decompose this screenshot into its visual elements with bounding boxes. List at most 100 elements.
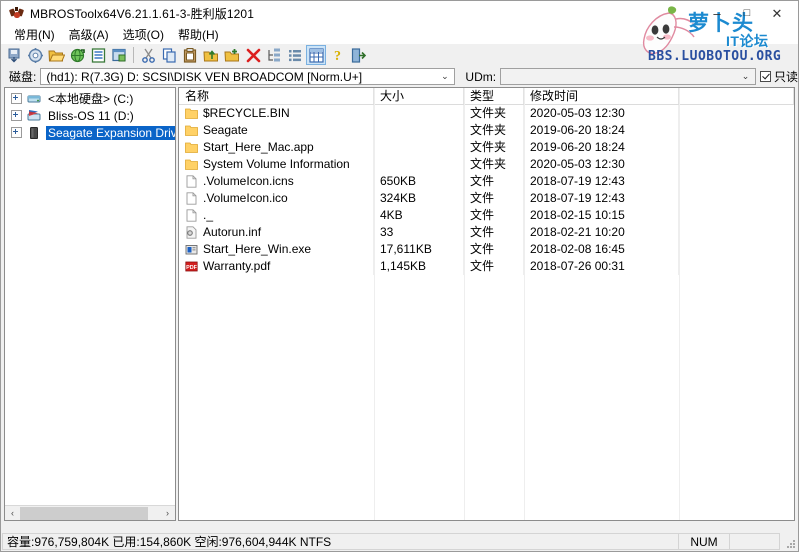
file-size-cell: 33 [374,224,464,241]
table-row[interactable]: ._ 4KB 文件 2018-02-15 10:15 [179,207,794,224]
checkbox-box[interactable] [759,71,771,82]
file-name-cell: Start_Here_Mac.app [179,139,374,156]
chevron-down-icon[interactable]: ⌄ [438,69,451,84]
pdf-icon: PDF [185,261,198,272]
scrollbar-track[interactable] [20,505,160,520]
expander-icon[interactable] [11,110,22,121]
file-type-cell: 文件夹 [464,122,524,139]
grid-view-icon[interactable] [306,45,326,65]
drive-tree-panel[interactable]: <本地硬盘> (C:) Bliss-OS 11 (D:) Seagate Exp… [4,87,176,521]
moth-icon [8,5,25,21]
file-filler-cell [679,224,794,241]
file-filler-cell [679,241,794,258]
disk-label: 磁盘: [9,70,37,84]
table-row[interactable]: PDF Warranty.pdf 1,145KB 文件 2018-07-26 0… [179,258,794,275]
drive-tree-list: <本地硬盘> (C:) Bliss-OS 11 (D:) Seagate Exp… [5,90,175,141]
tree-item-bliss-os[interactable]: Bliss-OS 11 (D:) [5,107,175,124]
file-type-cell: 文件 [464,173,524,190]
tree-horizontal-scrollbar[interactable]: ‹ › [5,505,175,520]
expander-icon[interactable] [11,127,22,138]
table-row[interactable]: System Volume Information 文件夹 2020-05-03… [179,156,794,173]
save-disk-icon[interactable] [4,45,24,65]
maximize-button[interactable]: □ [732,2,762,24]
column-header-name[interactable]: 名称 [179,88,374,104]
file-name-text: Start_Here_Win.exe [203,242,312,256]
file-size-cell: 1,145KB [374,258,464,275]
file-time-cell: 2018-07-26 00:31 [524,258,679,275]
paste-icon[interactable] [180,45,200,65]
file-filler-cell [679,207,794,224]
disk-selector-bar: 磁盘: (hd1): R(7.3G) D: SCSI\DISK VEN BROA… [1,66,798,87]
file-name-cell: $RECYCLE.BIN [179,105,374,122]
menu-common[interactable]: 常用(N) [7,25,62,44]
new-folder-icon[interactable] [222,45,242,65]
scroll-left-arrow-icon[interactable]: ‹ [5,506,20,521]
file-name-text: .VolumeIcon.ico [203,191,288,205]
help-question-icon[interactable]: ? [327,45,347,65]
exe-icon [185,245,198,255]
column-header-type[interactable]: 类型 [464,88,524,104]
table-row[interactable]: .VolumeIcon.ico 324KB 文件 2018-07-19 12:4… [179,190,794,207]
column-header-time[interactable]: 修改时间 [524,88,679,104]
window-title: MBROSToolx64V6.21.1.61-3-胜利版1201 [30,6,254,21]
status-badge: NUM [678,533,730,550]
export-window-icon[interactable] [109,45,129,65]
upload-folder-icon[interactable] [201,45,221,65]
file-name-text: Warranty.pdf [203,259,271,273]
expander-icon[interactable] [11,93,22,104]
file-type-cell: 文件 [464,241,524,258]
file-type-cell: 文件夹 [464,105,524,122]
disk-combo[interactable]: (hd1): R(7.3G) D: SCSI\DISK VEN BROADCOM… [40,68,456,85]
open-folder-icon[interactable] [46,45,66,65]
close-button[interactable]: ✕ [762,2,792,24]
file-time-cell: 2018-02-21 10:20 [524,224,679,241]
minimize-button[interactable]: – [702,2,732,24]
delete-x-icon[interactable] [243,45,263,65]
udm-combo[interactable]: ⌄ [500,68,756,85]
menu-options[interactable]: 选项(O) [116,25,171,44]
list-properties-icon[interactable] [88,45,108,65]
table-row[interactable]: $RECYCLE.BIN 文件夹 2020-05-03 12:30 [179,105,794,122]
copy-icon[interactable] [159,45,179,65]
table-row[interactable]: Seagate 文件夹 2019-06-20 18:24 [179,122,794,139]
detail-list-icon[interactable] [285,45,305,65]
svg-text:?: ? [334,49,341,64]
file-name-text: System Volume Information [203,157,350,171]
readonly-checkbox[interactable]: 只读 [759,68,798,85]
table-row[interactable]: Start_Here_Win.exe 17,611KB 文件 2018-02-0… [179,241,794,258]
scrollbar-thumb[interactable] [20,506,148,520]
table-row[interactable]: Autorun.inf 33 文件 2018-02-21 10:20 [179,224,794,241]
file-type-cell: 文件 [464,190,524,207]
menu-advanced[interactable]: 高级(A) [62,25,116,44]
file-size-cell [374,156,464,173]
tree-item-local-disk[interactable]: <本地硬盘> (C:) [5,90,175,107]
menu-help[interactable]: 帮助(H) [171,25,226,44]
udm-label: UDm: [465,69,497,84]
file-list-panel[interactable]: 名称 大小 类型 修改时间 $RECYCLE.BIN 文件夹 2020-05-0… [178,87,795,521]
file-size-cell: 650KB [374,173,464,190]
file-icon [186,209,197,222]
file-time-cell: 2019-06-20 18:24 [524,122,679,139]
refresh-globe-icon[interactable] [67,45,87,65]
toolbar: ? [1,44,798,66]
settings-gear-icon[interactable] [25,45,45,65]
file-type-cell: 文件 [464,224,524,241]
cut-icon[interactable] [138,45,158,65]
scroll-right-arrow-icon[interactable]: › [160,506,175,521]
chevron-down-icon-udm[interactable]: ⌄ [739,69,752,84]
file-size-cell: 4KB [374,207,464,224]
file-name-text: Seagate [203,123,248,137]
tree-item-seagate-expansion[interactable]: Seagate Expansion Drive (E [5,124,175,141]
resize-grip-icon[interactable] [782,535,796,549]
table-row[interactable]: Start_Here_Mac.app 文件夹 2019-06-20 18:24 [179,139,794,156]
folder-icon [185,125,198,136]
file-type-cell: 文件 [464,207,524,224]
tree-item-label: Seagate Expansion Drive (E [46,125,175,140]
exit-door-icon[interactable] [348,45,368,65]
file-type-cell: 文件夹 [464,156,524,173]
file-filler-cell [679,173,794,190]
tree-view-icon[interactable] [264,45,284,65]
table-row[interactable]: .VolumeIcon.icns 650KB 文件 2018-07-19 12:… [179,173,794,190]
external-drive-icon [30,126,38,139]
column-header-size[interactable]: 大小 [374,88,464,104]
